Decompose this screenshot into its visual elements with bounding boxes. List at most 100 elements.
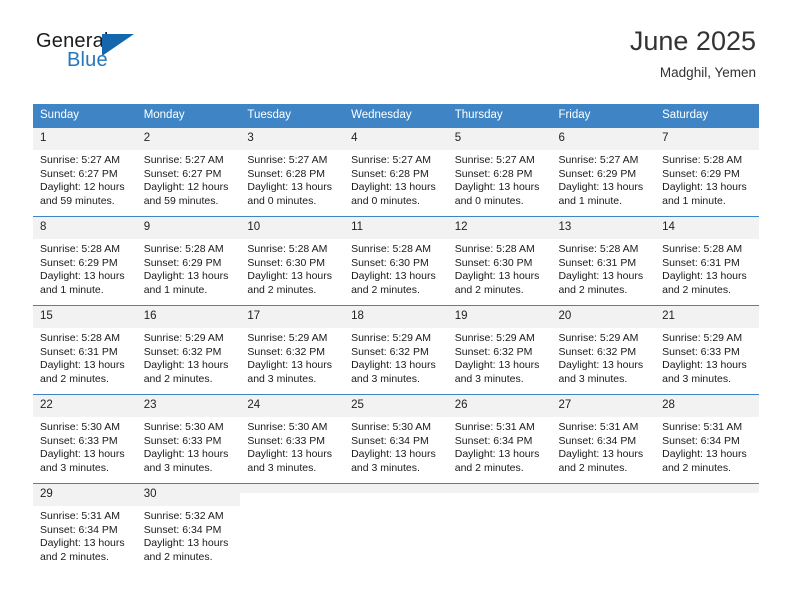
daylight-text-line2: and 0 minutes. [247, 194, 317, 207]
calendar-day-cell[interactable]: 11 Sunrise: 5:28 AM Sunset: 6:30 PM Dayligh… [344, 216, 448, 306]
sunset-text: Sunset: 6:34 PM [454, 434, 533, 447]
day-number: 20 [551, 306, 656, 328]
calendar-day-cell[interactable]: 3 Sunrise: 5:27 AM Sunset: 6:28 PM Daylight… [240, 127, 345, 217]
calendar-day-cell[interactable]: 23 Sunrise: 5:30 AM Sunset: 6:33 PM Dayligh… [136, 394, 241, 484]
sunrise-text: Sunrise: 5:29 AM [558, 332, 639, 344]
day-details: Sunrise: 5:27 AM Sunset: 6:27 PM Daylight:… [33, 150, 137, 208]
sunrise-text: Sunrise: 5:27 AM [247, 154, 328, 166]
day-details: Sunrise: 5:31 AM Sunset: 6:34 PM Daylight:… [551, 417, 655, 475]
sunset-text: Sunset: 6:32 PM [143, 345, 222, 358]
sunrise-text: Sunrise: 5:31 AM [40, 510, 120, 522]
daylight-text-line1: Daylight: 13 hours [40, 270, 125, 283]
title-block: June 2025 Madghil, Yemen [630, 24, 756, 83]
day-details: Sunrise: 5:31 AM Sunset: 6:34 PM Daylight:… [448, 417, 552, 475]
day-details: Sunrise: 5:29 AM Sunset: 6:32 PM Daylight:… [137, 328, 241, 386]
daylight-text-line1: Daylight: 13 hours [351, 181, 436, 194]
calendar-day-cell[interactable]: 16 Sunrise: 5:29 AM Sunset: 6:32 PM Dayligh… [136, 305, 241, 395]
calendar-day-cell[interactable]: 15 Sunrise: 5:28 AM Sunset: 6:31 PM Dayligh… [33, 305, 137, 395]
daylight-text-line1: Daylight: 13 hours [662, 359, 747, 372]
calendar-day-cell[interactable]: 26 Sunrise: 5:31 AM Sunset: 6:34 PM Dayligh… [447, 394, 552, 484]
day-number: 14 [655, 217, 759, 239]
sunrise-text: Sunrise: 5:31 AM [662, 421, 743, 433]
day-details: Sunrise: 5:31 AM Sunset: 6:34 PM Daylight:… [33, 506, 137, 564]
calendar-day-cell[interactable]: 2 Sunrise: 5:27 AM Sunset: 6:27 PM Daylight… [136, 127, 241, 217]
daylight-text-line2: and 3 minutes. [558, 372, 628, 385]
sunset-text: Sunset: 6:29 PM [558, 167, 637, 180]
daylight-text-line2: and 2 minutes. [558, 283, 628, 296]
calendar-table: Sunday Monday Tuesday Wednesday Thursday… [33, 104, 759, 572]
day-number: 13 [551, 217, 656, 239]
weekday-header-friday: Friday [551, 104, 656, 128]
day-details: Sunrise: 5:28 AM Sunset: 6:29 PM Daylight:… [137, 239, 241, 297]
day-details: Sunrise: 5:28 AM Sunset: 6:30 PM Daylight:… [448, 239, 552, 297]
calendar-day-cell[interactable]: 24 Sunrise: 5:30 AM Sunset: 6:33 PM Dayligh… [240, 394, 345, 484]
day-details: Sunrise: 5:29 AM Sunset: 6:32 PM Daylight:… [344, 328, 448, 386]
daylight-text-line1: Daylight: 13 hours [662, 181, 747, 194]
calendar-day-cell[interactable]: 22 Sunrise: 5:30 AM Sunset: 6:33 PM Dayligh… [33, 394, 137, 484]
daylight-text-line1: Daylight: 13 hours [662, 270, 747, 283]
calendar-day-cell[interactable]: 18 Sunrise: 5:29 AM Sunset: 6:32 PM Dayligh… [344, 305, 448, 395]
sunset-text: Sunset: 6:30 PM [454, 256, 533, 269]
calendar-day-cell[interactable]: 25 Sunrise: 5:30 AM Sunset: 6:34 PM Dayligh… [344, 394, 448, 484]
daylight-text-line1: Daylight: 13 hours [143, 537, 229, 550]
day-details: Sunrise: 5:29 AM Sunset: 6:33 PM Daylight:… [655, 328, 759, 386]
calendar-day-cell[interactable]: 20 Sunrise: 5:29 AM Sunset: 6:32 PM Dayligh… [551, 305, 656, 395]
calendar-day-cell[interactable]: 6 Sunrise: 5:27 AM Sunset: 6:29 PM Daylight… [551, 127, 656, 217]
daylight-text-line2: and 3 minutes. [40, 461, 109, 474]
calendar-day-cell[interactable]: 27 Sunrise: 5:31 AM Sunset: 6:34 PM Dayligh… [551, 394, 656, 484]
daylight-text-line1: Daylight: 13 hours [40, 537, 125, 550]
day-number: 4 [344, 128, 448, 150]
calendar-day-cell[interactable]: 19 Sunrise: 5:29 AM Sunset: 6:32 PM Dayligh… [447, 305, 552, 395]
sunset-text: Sunset: 6:33 PM [662, 345, 740, 358]
daylight-text-line2: and 1 minute. [40, 283, 104, 296]
daylight-text-line1: Daylight: 13 hours [351, 448, 436, 461]
page-title: June 2025 [629, 26, 756, 56]
sunrise-text: Sunrise: 5:29 AM [454, 332, 535, 344]
day-details: Sunrise: 5:27 AM Sunset: 6:29 PM Daylight:… [551, 150, 655, 208]
calendar-day-cell[interactable]: 12 Sunrise: 5:28 AM Sunset: 6:30 PM Dayligh… [447, 216, 552, 306]
daylight-text-line2: and 2 minutes. [351, 283, 420, 296]
day-details: Sunrise: 5:30 AM Sunset: 6:33 PM Daylight:… [240, 417, 344, 475]
day-number: 26 [447, 395, 552, 417]
day-number: 7 [655, 128, 759, 150]
sunset-text: Sunset: 6:28 PM [454, 167, 533, 180]
calendar-day-cell[interactable]: 5 Sunrise: 5:27 AM Sunset: 6:28 PM Daylight… [447, 127, 552, 217]
day-number: 17 [240, 306, 345, 328]
calendar-day-cell[interactable]: 29 Sunrise: 5:31 AM Sunset: 6:34 PM Dayligh… [33, 483, 137, 572]
general-blue-logo[interactable]: General Blue [36, 30, 144, 86]
sunrise-text: Sunrise: 5:30 AM [40, 421, 120, 433]
day-details: Sunrise: 5:28 AM Sunset: 6:29 PM Daylight:… [655, 150, 759, 208]
sunset-text: Sunset: 6:34 PM [351, 434, 429, 447]
daylight-text-line2: and 1 minute. [143, 283, 208, 296]
calendar-day-cell[interactable]: 10 Sunrise: 5:28 AM Sunset: 6:30 PM Dayligh… [240, 216, 345, 306]
day-details: Sunrise: 5:28 AM Sunset: 6:31 PM Daylight:… [551, 239, 655, 297]
sunset-text: Sunset: 6:32 PM [247, 345, 326, 358]
daylight-text-line2: and 2 minutes. [454, 283, 524, 296]
sunrise-text: Sunrise: 5:30 AM [351, 421, 432, 433]
daylight-text-line1: Daylight: 13 hours [351, 359, 436, 372]
calendar-day-cell[interactable]: 7 Sunrise: 5:28 AM Sunset: 6:29 PM Daylight… [655, 127, 759, 217]
day-details: Sunrise: 5:27 AM Sunset: 6:27 PM Daylight:… [137, 150, 241, 208]
weekday-header-monday: Monday [136, 104, 241, 128]
day-details: Sunrise: 5:31 AM Sunset: 6:34 PM Daylight:… [655, 417, 759, 475]
calendar-day-cell[interactable]: 30 Sunrise: 5:32 AM Sunset: 6:34 PM Dayligh… [136, 483, 241, 572]
calendar-day-cell[interactable]: 1 Sunrise: 5:27 AM Sunset: 6:27 PM Daylight… [33, 127, 137, 217]
sunset-text: Sunset: 6:31 PM [558, 256, 637, 269]
calendar-day-cell[interactable]: 9 Sunrise: 5:28 AM Sunset: 6:29 PM Daylight… [136, 216, 241, 306]
daylight-text-line2: and 2 minutes. [454, 461, 524, 474]
day-number [655, 484, 759, 493]
sunrise-text: Sunrise: 5:31 AM [454, 421, 535, 433]
daylight-text-line2: and 3 minutes. [247, 461, 317, 474]
sunset-text: Sunset: 6:32 PM [558, 345, 637, 358]
daylight-text-line1: Daylight: 13 hours [662, 448, 747, 461]
calendar-day-cell[interactable]: 14 Sunrise: 5:28 AM Sunset: 6:31 PM Dayligh… [655, 216, 759, 306]
calendar-day-cell[interactable]: 8 Sunrise: 5:28 AM Sunset: 6:29 PM Daylight… [33, 216, 137, 306]
calendar-day-cell[interactable]: 17 Sunrise: 5:29 AM Sunset: 6:32 PM Dayligh… [240, 305, 345, 395]
calendar-day-cell[interactable]: 28 Sunrise: 5:31 AM Sunset: 6:34 PM Dayligh… [655, 394, 759, 484]
day-details: Sunrise: 5:27 AM Sunset: 6:28 PM Daylight:… [448, 150, 552, 208]
calendar-day-cell[interactable]: 21 Sunrise: 5:29 AM Sunset: 6:33 PM Dayligh… [655, 305, 759, 395]
daylight-text-line2: and 3 minutes. [143, 461, 213, 474]
calendar-day-cell[interactable]: 4 Sunrise: 5:27 AM Sunset: 6:28 PM Daylight… [344, 127, 448, 217]
daylight-text-line1: Daylight: 13 hours [40, 448, 125, 461]
calendar-day-cell[interactable]: 13 Sunrise: 5:28 AM Sunset: 6:31 PM Dayligh… [551, 216, 656, 306]
